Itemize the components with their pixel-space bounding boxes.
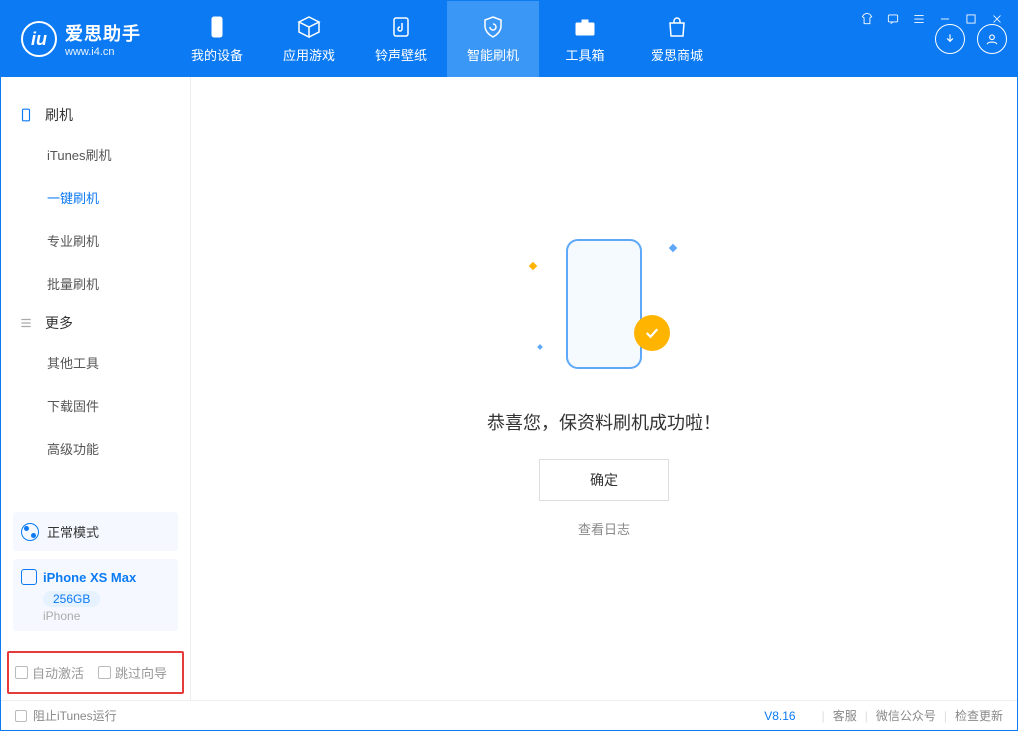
cube-icon bbox=[297, 15, 321, 39]
sidebar: 刷机 iTunes刷机 一键刷机 专业刷机 批量刷机 更多 其他工具 下载固件 … bbox=[1, 77, 191, 700]
phone-illustration-icon bbox=[566, 239, 642, 369]
body: 刷机 iTunes刷机 一键刷机 专业刷机 批量刷机 更多 其他工具 下载固件 … bbox=[1, 77, 1017, 700]
sparkle-icon bbox=[529, 262, 537, 270]
sidebar-section-flash[interactable]: 刷机 bbox=[1, 97, 190, 133]
checkbox-skip-guide[interactable]: 跳过向导 bbox=[98, 663, 167, 682]
sidebar-item-download-firmware[interactable]: 下载固件 bbox=[1, 384, 190, 427]
check-badge-icon bbox=[634, 315, 670, 351]
block-itunes-label: 阻止iTunes运行 bbox=[33, 707, 117, 724]
brand-title: 爱思助手 bbox=[65, 20, 141, 46]
checkbox-auto-activate[interactable]: 自动激活 bbox=[15, 663, 84, 682]
ok-button[interactable]: 确定 bbox=[539, 459, 669, 501]
device-capacity: 256GB bbox=[43, 591, 100, 607]
sparkle-icon bbox=[537, 344, 543, 350]
footer-check-update-link[interactable]: 检查更新 bbox=[955, 707, 1003, 724]
sidebar-item-batch-flash[interactable]: 批量刷机 bbox=[1, 262, 190, 305]
sidebar-item-advanced[interactable]: 高级功能 bbox=[1, 427, 190, 470]
sidebar-section-more[interactable]: 更多 bbox=[1, 305, 190, 341]
main-content: 恭喜您，保资料刷机成功啦！ 确定 查看日志 bbox=[191, 77, 1017, 700]
view-log-link[interactable]: 查看日志 bbox=[578, 519, 630, 538]
nav-label: 我的设备 bbox=[191, 45, 243, 64]
header: iu 爱思助手 www.i4.cn 我的设备 应用游戏 铃声壁纸 智能刷机 工具… bbox=[1, 1, 1017, 77]
list-icon bbox=[19, 315, 35, 331]
window-controls bbox=[859, 11, 1005, 27]
version-label: V8.16 bbox=[764, 709, 795, 723]
nav-label: 应用游戏 bbox=[283, 45, 335, 64]
sidebar-item-oneclick-flash[interactable]: 一键刷机 bbox=[1, 176, 190, 219]
device-mode-label: 正常模式 bbox=[47, 522, 99, 541]
brand-logo-icon: iu bbox=[21, 21, 57, 57]
header-right bbox=[935, 24, 1007, 54]
nav-my-device[interactable]: 我的设备 bbox=[171, 1, 263, 77]
top-nav: 我的设备 应用游戏 铃声壁纸 智能刷机 工具箱 爱思商城 bbox=[171, 1, 723, 77]
mode-icon bbox=[21, 523, 39, 541]
nav-store[interactable]: 爱思商城 bbox=[631, 1, 723, 77]
sidebar-item-itunes-flash[interactable]: iTunes刷机 bbox=[1, 133, 190, 176]
checkbox-icon bbox=[98, 666, 111, 679]
nav-label: 智能刷机 bbox=[467, 45, 519, 64]
nav-label: 铃声壁纸 bbox=[375, 45, 427, 64]
device-type: iPhone bbox=[43, 609, 170, 623]
shopping-bag-icon bbox=[665, 15, 689, 39]
brand: iu 爱思助手 www.i4.cn bbox=[21, 20, 141, 58]
close-button[interactable] bbox=[989, 11, 1005, 27]
refresh-shield-icon bbox=[481, 15, 505, 39]
nav-toolbox[interactable]: 工具箱 bbox=[539, 1, 631, 77]
options-highlight-box: 自动激活 跳过向导 bbox=[7, 651, 184, 694]
feedback-icon[interactable] bbox=[885, 11, 901, 27]
device-small-icon bbox=[21, 569, 37, 585]
download-button[interactable] bbox=[935, 24, 965, 54]
footer: 阻止iTunes运行 V8.16 | 客服 | 微信公众号 | 检查更新 bbox=[1, 700, 1017, 730]
nav-label: 爱思商城 bbox=[651, 45, 703, 64]
music-note-icon bbox=[389, 15, 413, 39]
sidebar-item-other-tools[interactable]: 其他工具 bbox=[1, 341, 190, 384]
success-message: 恭喜您，保资料刷机成功啦！ bbox=[487, 409, 721, 435]
sparkle-icon bbox=[669, 244, 677, 252]
nav-smart-flash[interactable]: 智能刷机 bbox=[447, 1, 539, 77]
menu-icon[interactable] bbox=[911, 11, 927, 27]
nav-apps-games[interactable]: 应用游戏 bbox=[263, 1, 355, 77]
briefcase-icon bbox=[573, 15, 597, 39]
minimize-button[interactable] bbox=[937, 11, 953, 27]
device-icon bbox=[19, 107, 35, 123]
section-more-label: 更多 bbox=[45, 313, 73, 333]
checkbox-icon bbox=[15, 710, 27, 722]
success-graphic bbox=[544, 239, 664, 379]
nav-ringtone-wallpaper[interactable]: 铃声壁纸 bbox=[355, 1, 447, 77]
device-box[interactable]: iPhone XS Max 256GB iPhone bbox=[13, 559, 178, 631]
section-flash-label: 刷机 bbox=[45, 105, 73, 125]
maximize-button[interactable] bbox=[963, 11, 979, 27]
footer-wechat-link[interactable]: 微信公众号 bbox=[876, 707, 936, 724]
brand-subtitle: www.i4.cn bbox=[65, 46, 141, 58]
device-mode-box[interactable]: 正常模式 bbox=[13, 512, 178, 551]
phone-icon bbox=[205, 15, 229, 39]
checkbox-icon bbox=[15, 666, 28, 679]
user-button[interactable] bbox=[977, 24, 1007, 54]
device-name: iPhone XS Max bbox=[43, 570, 136, 585]
device-area: 正常模式 iPhone XS Max 256GB iPhone bbox=[1, 512, 190, 643]
skin-icon[interactable] bbox=[859, 11, 875, 27]
sidebar-item-pro-flash[interactable]: 专业刷机 bbox=[1, 219, 190, 262]
nav-label: 工具箱 bbox=[565, 45, 604, 64]
checkbox-block-itunes[interactable]: 阻止iTunes运行 bbox=[15, 707, 117, 724]
footer-service-link[interactable]: 客服 bbox=[833, 707, 857, 724]
